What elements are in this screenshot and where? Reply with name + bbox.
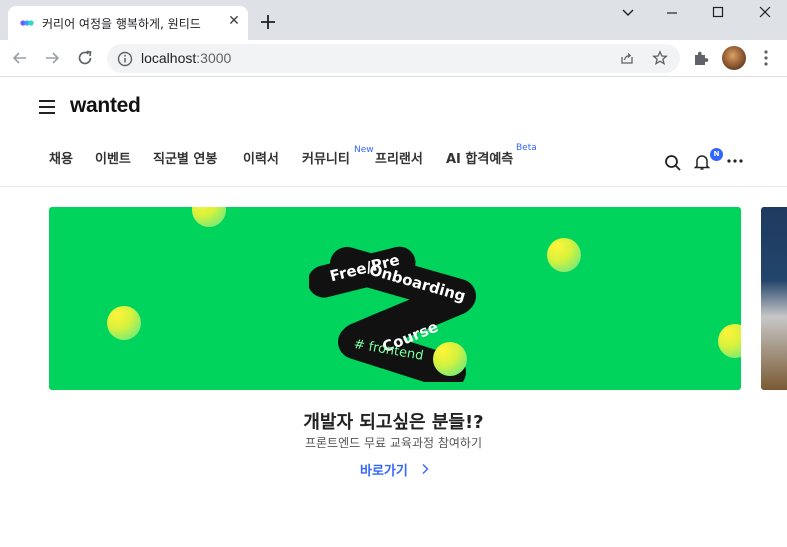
nav-item-resume[interactable]: 이력서 bbox=[243, 148, 279, 167]
url-text[interactable]: localhost:3000 bbox=[141, 50, 231, 66]
page-content: wanted 채용 이벤트 직군별 연봉 이력서 커뮤니티 New 프리랜서 A… bbox=[0, 78, 787, 547]
banner-title: 개발자 되고싶은 분들!? bbox=[303, 412, 484, 433]
back-arrow-icon[interactable] bbox=[10, 48, 30, 68]
banner-go-link[interactable]: 바로가기 bbox=[360, 460, 408, 479]
maximize-icon[interactable] bbox=[706, 2, 730, 22]
forward-arrow-icon[interactable] bbox=[42, 48, 62, 68]
search-icon[interactable] bbox=[664, 154, 682, 172]
url-host: localhost bbox=[141, 50, 197, 66]
hamburger-menu-icon[interactable] bbox=[38, 99, 56, 115]
nav-item-events[interactable]: 이벤트 bbox=[95, 148, 131, 167]
wanted-logo[interactable]: wanted bbox=[70, 94, 141, 118]
bookmark-star-icon[interactable] bbox=[652, 50, 668, 66]
tab-search-chevron-icon[interactable] bbox=[616, 2, 640, 22]
decorative-ball bbox=[192, 207, 226, 227]
decorative-ball bbox=[107, 306, 141, 340]
nav-item-jobs[interactable]: 채용 bbox=[49, 148, 73, 167]
next-banner-preview[interactable] bbox=[761, 207, 787, 390]
browser-tab[interactable]: 커리어 여정을 행복하게, 원티드 ✕ bbox=[8, 6, 248, 40]
browser-toolbar: localhost:3000 bbox=[0, 40, 787, 77]
ai-beta-badge: Beta bbox=[516, 143, 537, 153]
nav-item-freelancer[interactable]: 프리랜서 bbox=[375, 148, 423, 167]
new-tab-plus-icon[interactable] bbox=[258, 12, 278, 32]
more-options-icon[interactable] bbox=[726, 157, 744, 165]
extensions-puzzle-icon[interactable] bbox=[692, 49, 710, 67]
header-divider bbox=[0, 186, 787, 187]
address-bar[interactable]: localhost:3000 bbox=[107, 44, 680, 73]
notification-bell-icon[interactable] bbox=[693, 153, 711, 171]
profile-avatar[interactable] bbox=[722, 46, 746, 70]
browser-menu-icon[interactable] bbox=[758, 48, 774, 68]
url-port: :3000 bbox=[196, 50, 232, 66]
tab-close-icon[interactable]: ✕ bbox=[226, 13, 242, 29]
community-new-badge: New bbox=[354, 145, 374, 155]
wanted-favicon-icon bbox=[20, 20, 34, 26]
reload-icon[interactable] bbox=[75, 48, 95, 68]
main-banner[interactable]: Free/Pre Onboarding Course # frontend bbox=[49, 207, 741, 390]
banner-subtitle: 프론트엔드 무료 교육과정 참여하기 bbox=[304, 436, 483, 450]
minimize-icon[interactable] bbox=[660, 2, 684, 22]
tab-title: 커리어 여정을 행복하게, 원티드 bbox=[42, 17, 201, 31]
decorative-ball bbox=[547, 238, 581, 272]
browser-tab-strip: 커리어 여정을 행복하게, 원티드 ✕ bbox=[0, 0, 787, 40]
site-info-icon[interactable] bbox=[117, 51, 133, 67]
notification-badge: N bbox=[710, 148, 723, 161]
chevron-right-icon[interactable] bbox=[420, 463, 430, 475]
close-window-icon[interactable] bbox=[753, 2, 777, 22]
nav-item-ai-prediction[interactable]: AI 합격예측 bbox=[446, 148, 513, 167]
nav-item-community[interactable]: 커뮤니티 bbox=[302, 148, 350, 167]
share-icon[interactable] bbox=[619, 50, 635, 66]
decorative-ball bbox=[433, 342, 467, 376]
decorative-ball bbox=[718, 324, 741, 358]
nav-item-salary[interactable]: 직군별 연봉 bbox=[153, 148, 217, 167]
